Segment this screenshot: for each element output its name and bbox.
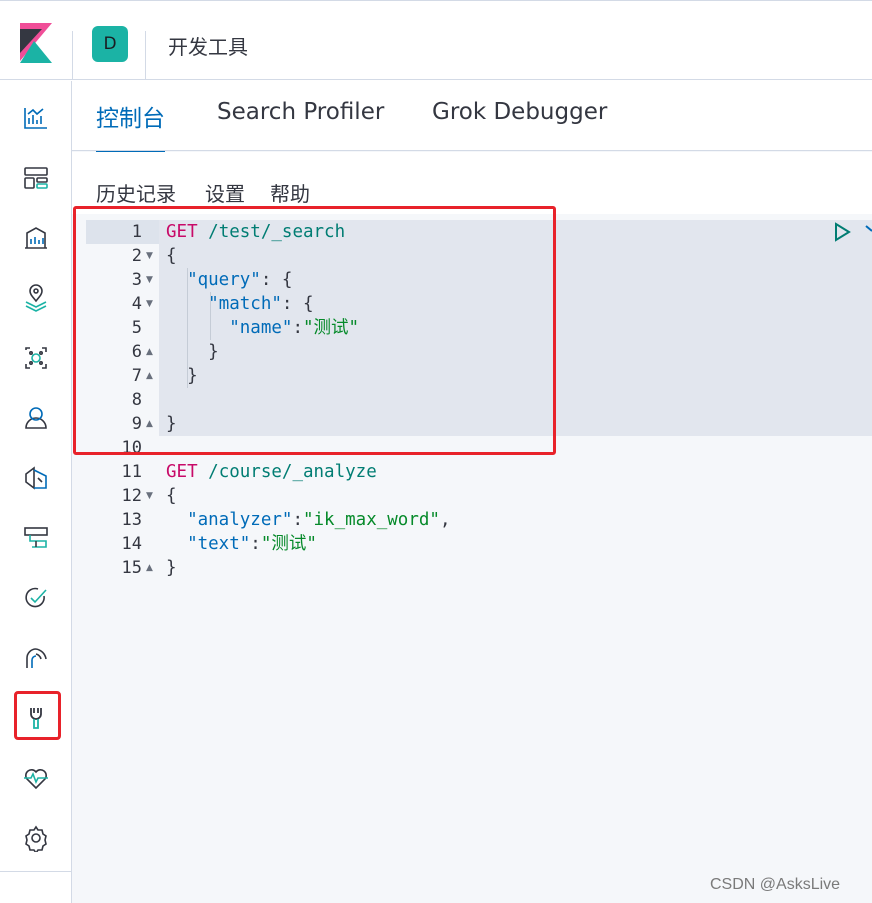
play-icon[interactable] xyxy=(832,221,852,243)
logs-icon[interactable] xyxy=(22,464,50,492)
settings-link[interactable]: 设置 xyxy=(205,178,245,207)
discover-icon[interactable] xyxy=(22,104,50,132)
line-number: 15 xyxy=(121,558,142,578)
space-avatar[interactable]: D xyxy=(92,26,128,62)
dashboard-icon[interactable] xyxy=(22,164,50,192)
dev-tools-tabs: 控制台 Search Profiler Grok Debugger xyxy=(72,81,872,154)
colon: : xyxy=(292,510,303,530)
maps-icon[interactable] xyxy=(22,284,50,312)
main-content: 控制台 Search Profiler Grok Debugger 历史记录 设… xyxy=(72,81,872,903)
siem-icon[interactable] xyxy=(22,644,50,672)
code-line: } xyxy=(166,556,177,580)
uptime-icon[interactable] xyxy=(22,584,50,612)
fold-up-icon[interactable]: ▲ xyxy=(146,556,156,580)
canvas-icon[interactable] xyxy=(22,224,50,252)
header-divider xyxy=(72,31,73,79)
nav-divider xyxy=(0,871,72,872)
code-line: "text":"测试" xyxy=(166,532,317,556)
colon: : xyxy=(250,534,261,554)
code-line: "analyzer":"ik_max_word", xyxy=(166,508,451,532)
monitoring-icon[interactable] xyxy=(22,764,50,792)
line-number: 13 xyxy=(121,510,142,530)
brace: { xyxy=(166,486,177,506)
watermark: CSDN @AsksLive xyxy=(710,876,841,893)
code-line: GET /course/_analyze xyxy=(166,460,377,484)
highlight-box-dev-tools xyxy=(14,691,61,740)
json-value: "ik_max_word" xyxy=(302,510,440,530)
tab-console[interactable]: 控制台 xyxy=(96,99,165,154)
tab-search-profiler[interactable]: Search Profiler xyxy=(217,99,384,143)
help-link[interactable]: 帮助 xyxy=(270,178,310,207)
header-divider xyxy=(145,31,146,79)
json-value: "测试" xyxy=(260,534,317,554)
side-nav xyxy=(0,81,72,903)
tab-grok-debugger[interactable]: Grok Debugger xyxy=(432,99,607,143)
management-icon[interactable] xyxy=(22,824,50,855)
highlight-box-request xyxy=(73,206,556,455)
line-number: 11 xyxy=(121,462,142,482)
json-key: "text" xyxy=(187,534,251,554)
request-path: /course/_analyze xyxy=(208,462,377,482)
http-method: GET xyxy=(166,462,198,482)
metrics-icon[interactable] xyxy=(22,404,50,432)
fold-down-icon[interactable]: ▼ xyxy=(146,484,156,508)
top-header: D 开发工具 xyxy=(0,0,872,80)
brace: } xyxy=(166,558,177,578)
history-link[interactable]: 历史记录 xyxy=(96,178,176,207)
console-toolbar: 历史记录 设置 帮助 xyxy=(72,152,872,214)
code-line: { xyxy=(166,484,177,508)
apm-icon[interactable] xyxy=(22,524,50,552)
kibana-logo-icon[interactable] xyxy=(20,23,52,63)
line-number: 12 xyxy=(121,486,142,506)
wrench-icon[interactable] xyxy=(864,222,872,240)
page-title: 开发工具 xyxy=(168,35,248,59)
comma: , xyxy=(439,510,451,530)
json-key: "analyzer" xyxy=(187,510,293,530)
ml-icon[interactable] xyxy=(22,344,50,372)
line-number: 14 xyxy=(121,534,142,554)
